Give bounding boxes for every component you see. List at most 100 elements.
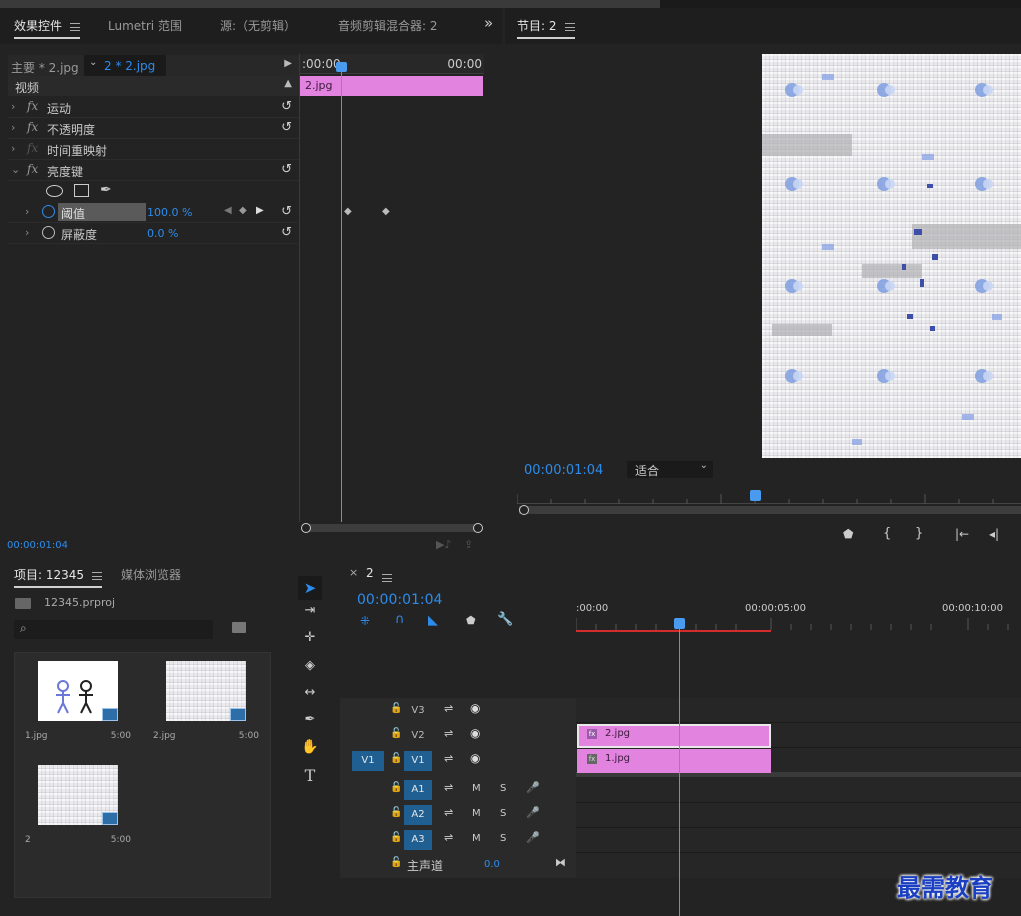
master-clip-label[interactable]: 主要 * 2.jpg — [11, 59, 79, 76]
track-target[interactable]: A2 — [404, 805, 432, 825]
tab-lumetri-scopes[interactable]: Lumetri 范围 — [108, 17, 182, 34]
tabs-overflow-button[interactable]: » — [484, 14, 493, 32]
program-scrollbar[interactable] — [519, 505, 1021, 515]
reset-icon[interactable]: ↺ — [281, 225, 292, 240]
project-item[interactable]: 1.jpg 5:00 — [15, 653, 141, 755]
fx-icon[interactable]: fx — [27, 162, 38, 176]
play-audio-icon[interactable]: ▶♪ — [436, 538, 451, 551]
play-only-clip-icon[interactable]: ▶ — [284, 58, 292, 69]
add-marker-icon[interactable]: ⬟ — [843, 527, 853, 541]
sync-lock-icon[interactable]: ⇌ — [444, 831, 453, 844]
ec-ruler[interactable]: :00:00 00:00 — [300, 54, 484, 74]
sequence-tab-label[interactable]: 2 — [366, 566, 374, 580]
ec-timecode[interactable]: 00:00:01:04 — [7, 540, 68, 551]
reset-icon[interactable]: ↺ — [281, 120, 292, 135]
ec-divider[interactable] — [299, 54, 300, 522]
track-target[interactable]: A3 — [404, 830, 432, 850]
track-target[interactable]: A1 — [404, 780, 432, 800]
timeline-clip-v2[interactable]: fx 2.jpg — [577, 724, 771, 748]
param-value[interactable]: 100.0 % — [147, 206, 192, 219]
tab-media-browser[interactable]: 媒体浏览器 — [121, 566, 181, 583]
solo-button[interactable]: S — [500, 833, 506, 844]
close-tab-icon[interactable]: × — [349, 566, 358, 579]
tab-effect-controls[interactable]: 效果控件 — [14, 17, 81, 39]
find-icon[interactable] — [232, 622, 246, 633]
fx-icon[interactable]: fx — [27, 99, 38, 113]
tab-source[interactable]: 源:（无剪辑） — [220, 17, 296, 34]
effect-row-time-remap[interactable]: › fx 时间重映射 — [8, 139, 300, 160]
mute-button[interactable]: M — [472, 833, 481, 844]
work-area-bar[interactable] — [576, 630, 771, 632]
marker-icon[interactable]: ⬟ — [466, 614, 476, 627]
lock-icon[interactable]: 🔓 — [390, 832, 402, 843]
tool-razor[interactable]: ◈ — [298, 658, 322, 680]
tool-selection[interactable]: ➤ — [298, 576, 322, 600]
param-value[interactable]: 0.0 % — [147, 227, 178, 240]
lock-icon[interactable]: 🔓 — [390, 703, 402, 714]
chevron-right-icon[interactable]: › — [11, 142, 15, 155]
lock-icon[interactable]: 🔓 — [390, 753, 402, 764]
prev-keyframe-icon[interactable]: ◀ — [224, 205, 232, 216]
param-row-threshold[interactable]: › 阈值 100.0 % ◀ ◆ ▶ ↺ — [8, 202, 298, 223]
master-volume[interactable]: 0.0 — [484, 859, 500, 870]
lock-icon[interactable]: 🔓 — [390, 728, 402, 739]
eye-icon[interactable]: ◉ — [470, 751, 480, 765]
solo-button[interactable]: S — [500, 808, 506, 819]
chevron-right-icon[interactable]: › — [25, 205, 29, 218]
rectangle-mask-icon[interactable] — [74, 184, 89, 197]
fit-dropdown[interactable]: 适合 ⌄ — [627, 460, 713, 478]
mute-button[interactable]: M — [472, 783, 481, 794]
effect-row-opacity[interactable]: › fx 不透明度 ↺ — [8, 118, 300, 139]
panel-menu-icon[interactable] — [564, 22, 575, 31]
panel-menu-icon[interactable] — [382, 573, 392, 582]
tab-project[interactable]: 项目: 12345 — [14, 566, 103, 588]
param-row-softness[interactable]: › 屏蔽度 0.0 % ↺ — [8, 223, 298, 244]
tool-pen[interactable]: ✒ — [298, 712, 322, 734]
track-target[interactable]: V1 — [404, 751, 432, 771]
reset-icon[interactable]: ↺ — [281, 162, 292, 177]
export-icon[interactable]: ⇪ — [464, 538, 473, 551]
solo-button[interactable]: S — [500, 783, 506, 794]
sync-lock-icon[interactable]: ⇌ — [444, 702, 453, 715]
program-video-frame[interactable] — [762, 54, 1021, 458]
track-target[interactable]: V3 — [404, 701, 432, 721]
add-marker-icon[interactable]: ◣ — [428, 613, 438, 628]
ellipse-mask-icon[interactable] — [46, 185, 63, 197]
effect-row-luma-key[interactable]: ⌄ fx 亮度键 ↺ — [8, 160, 300, 181]
project-item[interactable]: 2 5:00 — [15, 757, 141, 859]
panel-menu-icon[interactable] — [92, 571, 103, 580]
keyframe-marker[interactable]: ◆ — [344, 206, 352, 217]
tool-ripple-edit[interactable]: ✛ — [298, 630, 322, 652]
chevron-right-icon[interactable]: › — [11, 121, 15, 134]
lock-icon[interactable]: 🔓 — [390, 782, 402, 793]
sync-lock-icon[interactable]: ⇌ — [444, 727, 453, 740]
timeline-ruler[interactable]: :00:00 00:00:05:00 00:00:10:00 — [576, 596, 1021, 632]
project-item[interactable]: 2.jpg 5:00 — [143, 653, 269, 755]
ec-zoom-scrollbar[interactable] — [301, 523, 483, 533]
go-to-in-button[interactable]: |← — [955, 527, 969, 541]
lock-icon[interactable]: 🔓 — [390, 857, 402, 868]
source-patch-v1[interactable]: V1 — [352, 751, 384, 771]
chevron-right-icon[interactable]: › — [25, 226, 29, 239]
panel-menu-icon[interactable] — [70, 22, 81, 31]
tool-type[interactable]: T — [298, 766, 322, 788]
pen-mask-icon[interactable]: ✒ — [100, 182, 112, 198]
master-expand-icon[interactable]: ⧓ — [555, 856, 566, 869]
project-search-input[interactable]: ⌕ — [14, 620, 213, 639]
snap-icon[interactable]: ⁜ — [360, 614, 370, 628]
program-ruler[interactable] — [517, 490, 1021, 504]
sync-lock-icon[interactable]: ⇌ — [444, 781, 453, 794]
top-scrollbar[interactable] — [0, 0, 660, 8]
sync-lock-icon[interactable]: ⇌ — [444, 752, 453, 765]
tool-hand[interactable]: ✋ — [298, 739, 322, 761]
mark-out-button[interactable]: } — [915, 526, 923, 541]
chevron-right-icon[interactable]: › — [11, 100, 15, 113]
chevron-down-icon[interactable]: ⌄ — [11, 163, 20, 176]
collapse-icon[interactable]: ▲ — [284, 78, 292, 89]
scroll-handle-left[interactable] — [301, 523, 311, 533]
scroll-handle-right[interactable] — [473, 523, 483, 533]
tool-slip[interactable]: ↔ — [298, 685, 322, 707]
reset-icon[interactable]: ↺ — [281, 204, 292, 219]
timeline-timecode[interactable]: 00:00:01:04 — [357, 592, 442, 608]
next-keyframe-icon[interactable]: ▶ — [256, 205, 264, 216]
